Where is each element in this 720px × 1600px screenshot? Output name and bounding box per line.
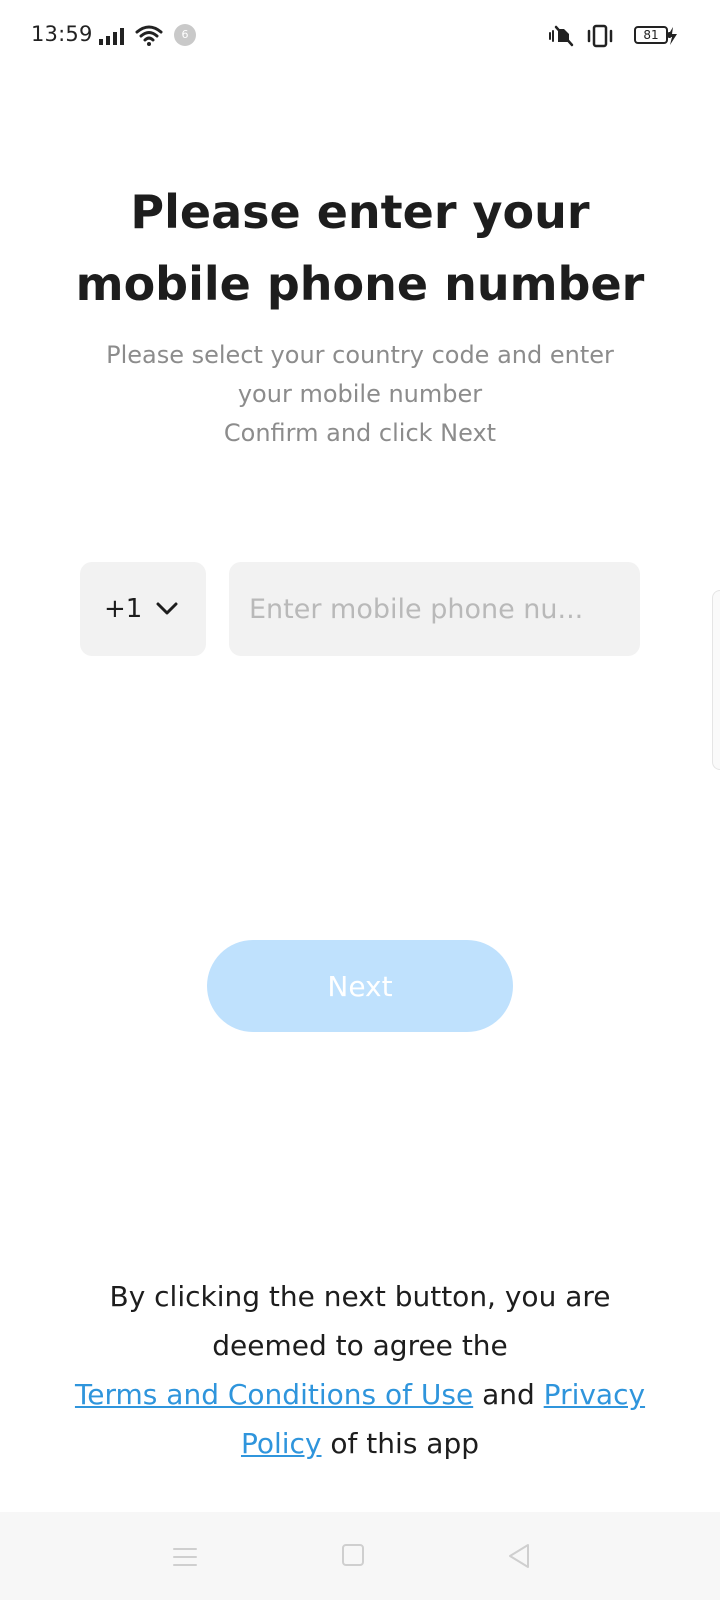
terms-line2: deemed to agree the: [212, 1329, 508, 1362]
phone-number-input[interactable]: [229, 562, 640, 656]
page-subtitle: Please select your country code and ente…: [60, 336, 660, 453]
subtitle-line2: your mobile number: [237, 380, 483, 408]
home-icon[interactable]: [341, 1543, 365, 1567]
page-title: Please enter your mobile phone number: [0, 176, 720, 320]
notification-badge: 6: [174, 24, 196, 46]
system-nav-bar: [0, 1512, 720, 1600]
signal-icon: [99, 28, 124, 45]
wifi-icon: [135, 25, 163, 46]
edge-panel-handle[interactable]: [712, 590, 720, 770]
country-code-select[interactable]: +1: [80, 562, 206, 656]
menu-icon[interactable]: [172, 1546, 198, 1568]
status-time: 13:59: [31, 22, 93, 46]
status-bar: 13:59 6 81: [0, 0, 720, 72]
country-code-value: +1: [104, 594, 143, 624]
terms-tail: of this app: [330, 1427, 480, 1460]
chevron-down-icon: [156, 602, 178, 616]
subtitle-line1: Please select your country code and ente…: [106, 341, 614, 369]
vibrate-icon: [587, 24, 613, 48]
charging-icon: [667, 27, 677, 45]
next-button[interactable]: Next: [207, 940, 513, 1032]
terms-link[interactable]: Terms and Conditions of Use: [75, 1378, 473, 1411]
page-title-line2: mobile phone number: [75, 257, 645, 311]
vibrate-off-icon: [549, 25, 574, 47]
page-title-line1: Please enter your: [130, 185, 590, 239]
terms-notice: By clicking the next button, you are dee…: [60, 1272, 660, 1468]
terms-and: and: [482, 1378, 535, 1411]
privacy-link-continued[interactable]: Policy: [241, 1427, 322, 1460]
back-icon[interactable]: [507, 1543, 531, 1569]
battery-icon: 81: [634, 26, 671, 44]
subtitle-line3: Confirm and click Next: [223, 419, 497, 447]
terms-line1: By clicking the next button, you are: [109, 1280, 611, 1313]
privacy-link[interactable]: Privacy: [544, 1378, 645, 1411]
